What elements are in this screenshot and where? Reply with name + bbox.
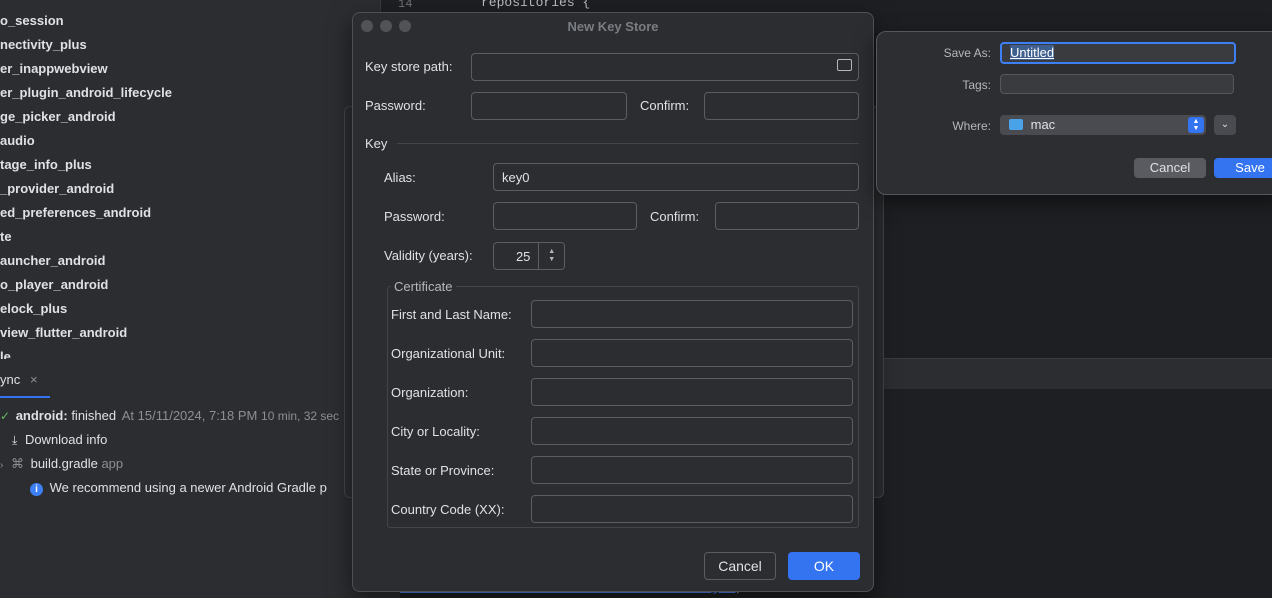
tree-item[interactable]: auncher_android (0, 253, 105, 268)
save-as-dialog: Save As: Untitled Tags: Where: mac ▲ ▼ ⌄ … (876, 31, 1272, 195)
organizational-unit-label: Organizational Unit: (391, 346, 506, 361)
folder-icon[interactable] (837, 59, 852, 71)
save-cancel-button[interactable]: Cancel (1134, 158, 1206, 178)
country-code-input[interactable] (531, 495, 853, 523)
tab-sync[interactable]: ync (0, 372, 20, 387)
tree-item[interactable]: nectivity_plus (0, 37, 87, 52)
tree-item[interactable]: er_inappwebview (0, 61, 108, 76)
gradle-module: app (101, 456, 124, 471)
build-duration: 10 min, 32 sec (261, 409, 340, 423)
state-province-input[interactable] (531, 456, 853, 484)
close-icon[interactable]: × (30, 372, 38, 387)
select-arrows-icon: ▲ ▼ (1188, 117, 1204, 133)
expand-button[interactable]: ⌄ (1214, 115, 1236, 135)
download-icon: ⤓ (12, 433, 18, 447)
key-section-divider (397, 143, 859, 144)
gradle-icon: ⌘ (10, 456, 24, 471)
tags-input[interactable] (1000, 74, 1234, 94)
download-info-row[interactable]: ⤓ Download info (12, 432, 107, 448)
country-code-label: Country Code (XX): (391, 502, 505, 517)
gradle-file-row[interactable]: › ⌘ build.gradle app (0, 456, 123, 472)
save-as-label: Save As: (943, 46, 991, 60)
key-store-path-label: Key store path: (365, 59, 453, 74)
tree-item[interactable]: ed_preferences_android (0, 205, 151, 220)
dialog-title: New Key Store (567, 19, 659, 34)
state-province-label: State or Province: (391, 463, 495, 478)
alias-input[interactable]: key0 (493, 163, 859, 191)
build-status-row[interactable]: ✓ android: finished At 15/11/2024, 7:18 … (0, 408, 339, 423)
organization-label: Organization: (391, 385, 469, 400)
tree-item[interactable]: ge_picker_android (0, 109, 116, 124)
first-last-name-label: First and Last Name: (391, 307, 512, 322)
save-as-input[interactable]: Untitled (1000, 42, 1236, 64)
new-key-store-dialog: New Key Store Key store path: Password: … (352, 12, 874, 592)
where-value: mac (1030, 117, 1056, 132)
save-as-value[interactable]: Untitled (1010, 45, 1055, 60)
folder-icon (1009, 119, 1023, 130)
first-last-name-input[interactable] (531, 300, 853, 328)
tree-item[interactable]: o_player_android (0, 277, 108, 292)
tree-item[interactable]: audio (0, 133, 35, 148)
tree-item[interactable]: o_session (0, 13, 64, 28)
tags-label: Tags: (962, 78, 991, 92)
key-store-path-input[interactable] (471, 53, 859, 81)
build-time: At 15/11/2024, 7:18 PM (121, 408, 258, 423)
password-label: Password: (365, 98, 426, 113)
tree-item[interactable]: er_plugin_android_lifecycle (0, 85, 172, 100)
expand-chevron-icon: › (0, 460, 4, 471)
confirm-password-field[interactable] (704, 92, 859, 120)
check-icon: ✓ (0, 409, 11, 423)
build-result: finished (71, 408, 117, 423)
confirm-label: Confirm: (640, 98, 690, 113)
where-select[interactable]: mac ▲ ▼ (1000, 115, 1206, 135)
organizational-unit-input[interactable] (531, 339, 853, 367)
stepper-arrows-icon[interactable]: ▲ ▼ (538, 243, 564, 269)
certificate-section-label: Certificate (391, 279, 456, 294)
validity-stepper[interactable]: 25 ▲ ▼ (493, 242, 565, 270)
key-password-field[interactable] (493, 202, 637, 230)
city-locality-label: City or Locality: (391, 424, 480, 439)
line-number: 14 (398, 0, 413, 11)
tree-item[interactable]: te (0, 229, 12, 244)
alias-label: Alias: (384, 170, 416, 185)
key-confirm-label: Confirm: (650, 209, 700, 224)
key-confirm-field[interactable] (715, 202, 859, 230)
key-password-label: Password: (384, 209, 445, 224)
tree-item[interactable]: _provider_android (0, 181, 114, 196)
cancel-button[interactable]: Cancel (704, 552, 776, 580)
code-line[interactable]: repositories { (481, 0, 590, 10)
tree-item[interactable]: view_flutter_android (0, 325, 127, 340)
organization-input[interactable] (531, 378, 853, 406)
recommendation-row[interactable]: i We recommend using a newer Android Gra… (30, 480, 327, 496)
ok-button[interactable]: OK (788, 552, 860, 580)
chevron-down-icon: ⌄ (1220, 119, 1230, 130)
active-tab-indicator (0, 396, 50, 398)
tree-item[interactable]: tage_info_plus (0, 157, 92, 172)
validity-label: Validity (years): (384, 248, 473, 263)
info-icon: i (30, 483, 43, 496)
download-info-label: Download info (24, 432, 108, 447)
build-target: android: (15, 408, 68, 423)
gradle-file-name: build.gradle (30, 456, 98, 471)
save-button[interactable]: Save (1214, 158, 1272, 178)
project-tree: o_session nectivity_plus er_inappwebviewer… (0, 0, 380, 360)
where-label: Where: (952, 119, 991, 133)
tree-item[interactable]: elock_plus (0, 301, 67, 316)
validity-value[interactable]: 25 (494, 249, 538, 264)
password-field[interactable] (471, 92, 627, 120)
city-locality-input[interactable] (531, 417, 853, 445)
recommendation-text: We recommend using a newer Android Gradl… (49, 480, 327, 495)
key-section-label: Key (365, 136, 388, 151)
build-tree: ync × ✓ android: finished At 15/11/2024,… (0, 359, 360, 598)
